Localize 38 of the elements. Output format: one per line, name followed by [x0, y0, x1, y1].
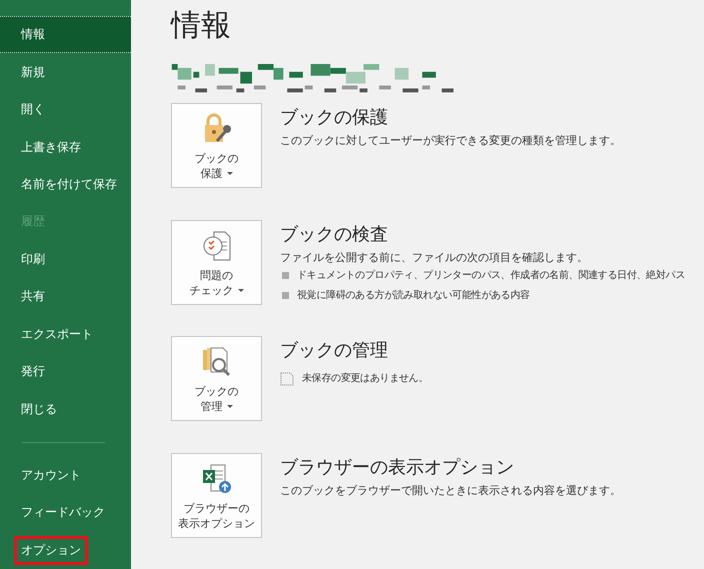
dotted-document-icon	[280, 370, 294, 386]
bullet-icon	[282, 272, 289, 280]
documents-magnifier-icon	[200, 346, 232, 378]
sidebar-item[interactable]: 名前を付けて保存	[0, 166, 131, 204]
sidebar-item[interactable]: オプション	[0, 532, 131, 569]
section-title: ブラウザーの表示オプション	[280, 456, 515, 480]
section-title: ブックの検査	[280, 222, 389, 247]
sidebar-item[interactable]: 新規	[0, 53, 131, 91]
bullet-text: ドキュメントのプロパティ、プリンターのパス、作成者の名前、関連する日付、絶対パス	[297, 268, 686, 283]
highlight-frame: オプション	[14, 536, 88, 565]
page-title: 情報	[171, 7, 232, 45]
status-text: 未保存の変更はありません。	[302, 372, 428, 386]
section-title: ブックの管理	[280, 339, 389, 364]
sidebar-item[interactable]: フィードバック	[0, 494, 131, 532]
checklist-document-icon	[202, 230, 232, 262]
dropdown-button[interactable]: ブックの 保護	[171, 103, 262, 188]
dropdown-button[interactable]: ブラウザーの 表示オプション	[171, 452, 262, 538]
sidebar-item[interactable]: 上書き保存	[0, 128, 131, 166]
sidebar-item[interactable]: 印刷	[0, 240, 131, 278]
section-title: ブックの保護	[280, 106, 389, 130]
sidebar-item[interactable]: 共有	[0, 278, 131, 316]
dropdown-button[interactable]: ブックの 管理	[171, 336, 262, 422]
section-description: ファイルを公開する前に、ファイルの次の項目を確認します。	[280, 250, 589, 266]
sidebar-item[interactable]: エクスポート	[0, 316, 131, 353]
sidebar-item[interactable]: 発行	[0, 352, 131, 390]
caret-icon	[226, 172, 232, 176]
section-description: このブックをブラウザーで開いたときに表示される内容を選びます。	[280, 482, 621, 499]
bullet-text: 視覚に障碍のある方が読み取れない可能性がある内容	[297, 288, 530, 303]
sidebar-item[interactable]: 情報	[0, 16, 131, 54]
section-description: このブックに対してユーザーが実行できる変更の種類を管理します。	[280, 133, 621, 150]
sidebar-item[interactable]: 開く	[0, 90, 131, 128]
spreadsheet-upload-icon	[200, 462, 232, 495]
caret-icon	[238, 288, 244, 293]
sidebar-item[interactable]: 閉じる	[0, 390, 131, 428]
sidebar-item[interactable]: アカウント	[0, 456, 131, 494]
caret-icon	[226, 405, 232, 410]
dropdown-button[interactable]: 問題の チェック	[171, 220, 262, 305]
bullet-icon	[282, 292, 289, 300]
